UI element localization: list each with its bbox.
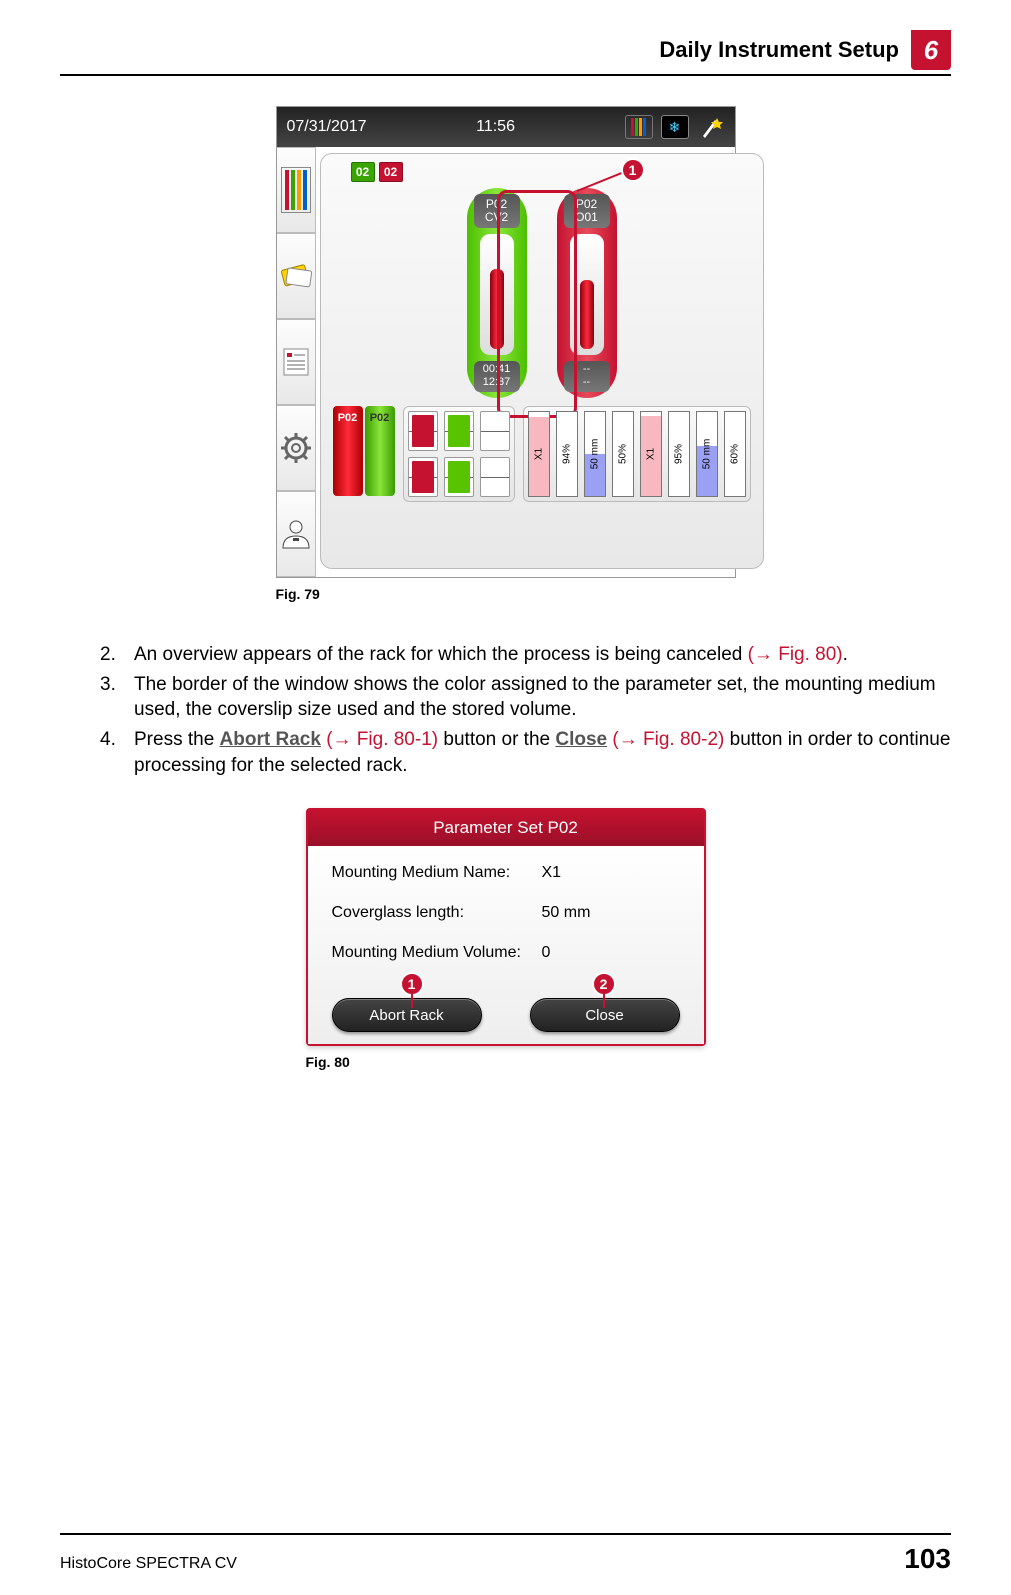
oven-grid[interactable] xyxy=(403,406,515,502)
sidebar-coverslip-button[interactable] xyxy=(277,233,316,319)
callout-1-number: 1 xyxy=(621,158,645,182)
line-right-label: P02O01 xyxy=(564,194,610,228)
fig80-reference: (→ Fig. 80) xyxy=(748,644,843,665)
callout-1-dialog: 1 xyxy=(400,972,424,996)
vbar-50mm-b[interactable]: 50 mm xyxy=(696,411,718,497)
vbar-x1-a[interactable]: X1 xyxy=(528,411,550,497)
parameter-set-dialog: Parameter Set P02 Mounting Medium Name:X… xyxy=(306,808,706,1046)
device-screen: 07/31/2017 11:56 ❄ xyxy=(276,106,736,578)
vbar-50mm-a[interactable]: 50 mm xyxy=(584,411,606,497)
chapter-number-badge: 6 xyxy=(911,30,951,70)
header-rule xyxy=(60,74,951,76)
footer-rule xyxy=(60,1533,951,1535)
figure-79-caption: Fig. 79 xyxy=(276,586,320,602)
dialog-title: Parameter Set P02 xyxy=(308,810,704,846)
coverslip-line-left[interactable]: P02CV2 00:4112:37 xyxy=(467,188,527,398)
rack-green[interactable]: P02 xyxy=(365,406,395,496)
instruction-list: 2. An overview appears of the rack for w… xyxy=(100,642,951,778)
main-panel: 02 02 P02CV2 00:4112:37 P02O01 ---- xyxy=(320,153,764,569)
callout-1-leader-dialog xyxy=(411,994,413,1008)
vbar-pct-b: 50% xyxy=(612,411,634,497)
status-bar: 07/31/2017 11:56 ❄ xyxy=(277,107,735,147)
dlg-volume-value: 0 xyxy=(542,944,551,962)
figure-80-caption: Fig. 80 xyxy=(306,1054,350,1070)
dlg-medium-name-value: X1 xyxy=(542,864,562,882)
vbar-pct-a: 94% xyxy=(556,411,578,497)
list-number-2: 2. xyxy=(100,642,124,668)
list-number-3: 3. xyxy=(100,672,124,723)
rack-status-icon[interactable] xyxy=(625,115,653,139)
queue-badge-red: 02 xyxy=(379,162,403,182)
callout-2-dialog: 2 xyxy=(592,972,616,996)
dlg-coverglass-label: Coverglass length: xyxy=(332,904,542,922)
status-time: 11:56 xyxy=(476,118,515,136)
wizard-icon[interactable] xyxy=(697,115,725,139)
line-left-time: 00:4112:37 xyxy=(474,361,520,393)
vbar-pct-c: 95% xyxy=(668,411,690,497)
callout-2-leader-dialog xyxy=(603,994,605,1008)
dlg-coverglass-value: 50 mm xyxy=(542,904,591,922)
sidebar-list-button[interactable] xyxy=(277,319,316,405)
page-number: 103 xyxy=(904,1543,951,1575)
snowflake-icon[interactable]: ❄ xyxy=(661,115,689,139)
sidebar-racks-button[interactable] xyxy=(277,147,316,233)
rack-pair: P02 P02 xyxy=(333,406,395,502)
dlg-volume-label: Mounting Medium Volume: xyxy=(332,944,542,962)
abort-rack-button[interactable]: Abort Rack xyxy=(332,998,482,1032)
sidebar xyxy=(277,147,316,577)
consumable-bars: X1 94% 50 mm 50% X1 95% 50 mm 60% xyxy=(523,406,751,502)
sidebar-settings-button[interactable] xyxy=(277,405,316,491)
coverslip-line-right[interactable]: P02O01 ---- xyxy=(557,188,617,398)
vbar-x1-b[interactable]: X1 xyxy=(640,411,662,497)
sidebar-user-button[interactable] xyxy=(277,491,316,577)
footer-product-name: HistoCore SPECTRA CV xyxy=(60,1555,237,1573)
page-header-title: Daily Instrument Setup xyxy=(659,37,899,63)
queue-badge-green: 02 xyxy=(351,162,375,182)
abort-rack-text: Abort Rack xyxy=(220,729,321,750)
list-number-4: 4. xyxy=(100,727,124,778)
rack-red[interactable]: P02 xyxy=(333,406,363,496)
vbar-pct-d: 60% xyxy=(724,411,746,497)
close-button[interactable]: Close xyxy=(530,998,680,1032)
close-text: Close xyxy=(555,729,607,750)
line-left-label: P02CV2 xyxy=(474,194,520,228)
dlg-medium-name-label: Mounting Medium Name: xyxy=(332,864,542,882)
line-right-time: ---- xyxy=(564,361,610,393)
status-date: 07/31/2017 xyxy=(287,118,367,136)
